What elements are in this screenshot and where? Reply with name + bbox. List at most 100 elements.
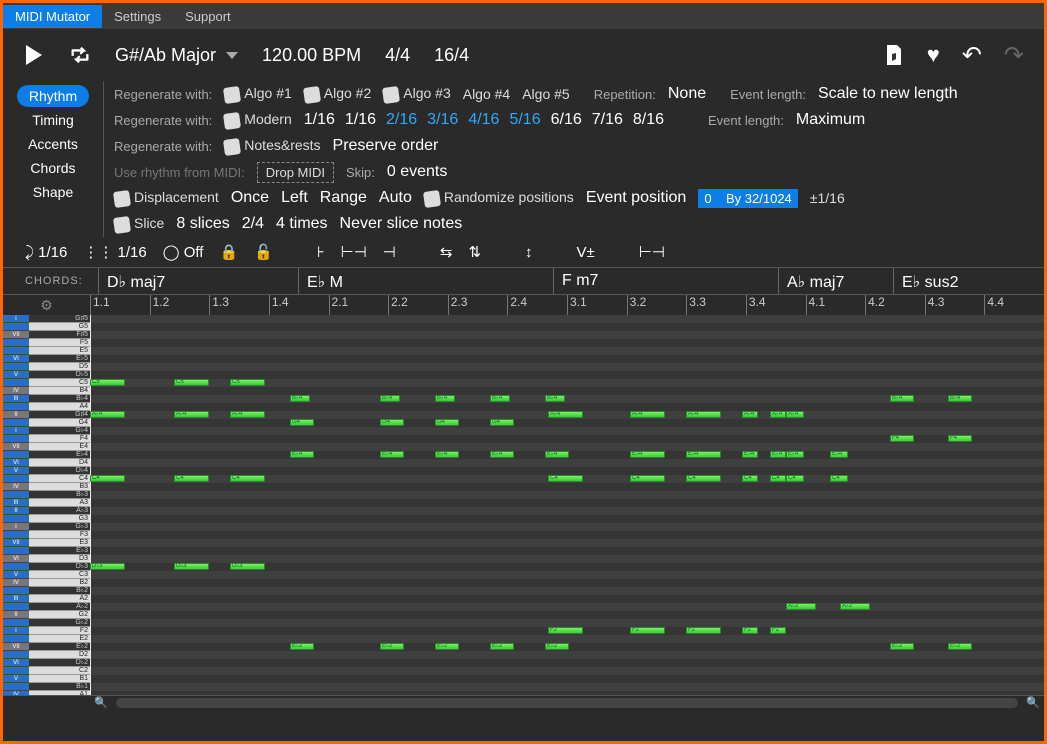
midi-note[interactable]: E♭4 xyxy=(686,451,721,458)
midi-note[interactable]: A♭4 xyxy=(548,411,583,418)
midi-note[interactable]: E♭4 xyxy=(830,451,848,458)
midi-note[interactable]: F4 xyxy=(948,435,972,442)
length-icon[interactable]: ⊢⊣ xyxy=(639,243,665,261)
midi-note[interactable]: B♭4 xyxy=(490,395,510,402)
midi-note[interactable]: A♭4 xyxy=(630,411,665,418)
tab-midi-mutator[interactable]: MIDI Mutator xyxy=(3,5,102,28)
align-left-icon[interactable]: ⊦ xyxy=(317,243,325,261)
disp-once[interactable]: Once xyxy=(231,189,269,207)
midi-note[interactable]: E♭4 xyxy=(435,451,459,458)
midi-note[interactable]: A♭4 xyxy=(174,411,209,418)
snap-2[interactable]: ⋮⋮ 1/16 xyxy=(83,243,146,261)
fraction-7-16[interactable]: 7/16 xyxy=(592,111,623,128)
chord-cell[interactable]: F m7 xyxy=(553,268,778,294)
midi-note[interactable]: E♭4 xyxy=(742,451,758,458)
event-length-value-1[interactable]: Scale to new length xyxy=(818,85,958,103)
chord-cell[interactable]: E♭ M xyxy=(298,268,553,294)
midi-note[interactable]: A♭2 xyxy=(840,603,870,610)
transpose-icon[interactable]: ↕ xyxy=(525,244,533,261)
chord-cell[interactable]: A♭ maj7 xyxy=(778,268,893,294)
midi-note[interactable]: C5 xyxy=(90,379,125,386)
disp-range[interactable]: Range xyxy=(320,189,367,207)
timesig-value[interactable]: 4/4 xyxy=(385,45,410,66)
lock-icon[interactable]: 🔒 xyxy=(219,243,238,261)
midi-note[interactable]: F2 xyxy=(630,627,665,634)
midi-note[interactable]: E♭2 xyxy=(948,643,972,650)
midi-note[interactable]: A♭4 xyxy=(230,411,265,418)
midi-note[interactable]: E♭4 xyxy=(786,451,804,458)
fraction-8-16[interactable]: 8/16 xyxy=(633,111,664,128)
midi-note[interactable]: F2 xyxy=(548,627,583,634)
midi-note[interactable]: C4 xyxy=(90,475,125,482)
disp-auto[interactable]: Auto xyxy=(379,189,412,207)
sidebar-item-rhythm[interactable]: Rhythm xyxy=(17,85,89,107)
undo-icon[interactable]: ↶ xyxy=(962,41,982,70)
midi-note[interactable]: C4 xyxy=(230,475,265,482)
fraction-5-16[interactable]: 5/16 xyxy=(509,111,540,128)
midi-note[interactable]: E♭2 xyxy=(890,643,914,650)
unlock-icon[interactable]: 🔓 xyxy=(254,243,273,261)
sidebar-item-shape[interactable]: Shape xyxy=(17,181,89,203)
midi-note[interactable]: G4 xyxy=(435,419,459,426)
loop-icon[interactable] xyxy=(69,44,91,66)
gear-icon[interactable]: ⚙ xyxy=(40,297,53,314)
time-ruler[interactable]: ⚙ 1.11.21.31.42.12.22.32.43.13.23.33.44.… xyxy=(3,295,1044,315)
midi-note[interactable]: G4 xyxy=(290,419,314,426)
event-position[interactable]: Event position xyxy=(586,189,687,207)
midi-note[interactable]: C4 xyxy=(174,475,209,482)
preserve-order[interactable]: Preserve order xyxy=(333,137,439,155)
midi-note[interactable]: E♭4 xyxy=(380,451,404,458)
skip-value[interactable]: 0 events xyxy=(387,163,447,181)
fraction-2-16[interactable]: 2/16 xyxy=(386,111,417,128)
midi-note[interactable]: A♭4 xyxy=(770,411,786,418)
midi-note[interactable]: C4 xyxy=(630,475,665,482)
key-selector[interactable]: G#/Ab Major xyxy=(115,45,238,66)
bars-value[interactable]: 16/4 xyxy=(434,45,469,66)
playhead[interactable] xyxy=(90,315,91,695)
midi-note[interactable]: F2 xyxy=(686,627,721,634)
slice-button[interactable]: Slice xyxy=(114,215,164,232)
sidebar-item-chords[interactable]: Chords xyxy=(17,157,89,179)
midi-note[interactable]: E♭4 xyxy=(630,451,665,458)
midi-file-icon[interactable] xyxy=(883,44,905,66)
midi-note[interactable]: C4 xyxy=(548,475,583,482)
midi-note[interactable]: A♭4 xyxy=(90,411,125,418)
tab-support[interactable]: Support xyxy=(173,5,243,28)
algo-3[interactable]: Algo #3 xyxy=(383,85,450,102)
midi-note[interactable]: A♭4 xyxy=(686,411,721,418)
fraction-6-16[interactable]: 6/16 xyxy=(551,111,582,128)
bpm-value[interactable]: 120.00 BPM xyxy=(262,45,361,66)
midi-note[interactable]: A♭4 xyxy=(742,411,758,418)
slice-count[interactable]: 8 slices xyxy=(176,215,229,233)
snap-1[interactable]: ⤸ 1/16 xyxy=(25,244,67,261)
midi-note[interactable]: D♭3 xyxy=(174,563,209,570)
algo-4[interactable]: Algo #4 xyxy=(463,86,510,102)
align-right-icon[interactable]: ⊣ xyxy=(383,243,396,261)
notes-rests-button[interactable]: Notes&rests xyxy=(224,137,320,154)
zoom-in-icon[interactable]: 🔍 xyxy=(1022,696,1044,709)
midi-note[interactable]: E♭4 xyxy=(770,451,786,458)
algo-2[interactable]: Algo #2 xyxy=(304,85,371,102)
repetition-value[interactable]: None xyxy=(668,85,706,103)
midi-note[interactable]: C5 xyxy=(174,379,209,386)
sidebar-item-accents[interactable]: Accents xyxy=(17,133,89,155)
fraction-3-16[interactable]: 3/16 xyxy=(427,111,458,128)
midi-note[interactable]: E♭2 xyxy=(490,643,514,650)
drop-midi-zone[interactable]: Drop MIDI xyxy=(257,162,334,183)
horizontal-scrollbar[interactable]: 🔍 🔍 xyxy=(3,695,1044,709)
piano-keyboard[interactable]: IG♯5G5VIIF♯5F5E5VIE♭5D5VD♭5C5IVB4IIIB♭4A… xyxy=(3,315,90,695)
chord-cell[interactable]: E♭ sus2 xyxy=(893,268,1003,294)
midi-note[interactable]: B♭4 xyxy=(890,395,914,402)
midi-note[interactable]: E♭2 xyxy=(380,643,404,650)
fraction-1-16[interactable]: 1/16 xyxy=(345,111,376,128)
displacement-input[interactable]: 0 By 32/1024 xyxy=(698,189,797,208)
midi-note[interactable]: E♭2 xyxy=(290,643,314,650)
midi-note[interactable]: D♭3 xyxy=(90,563,125,570)
algo-1[interactable]: Algo #1 xyxy=(224,85,291,102)
snap-off[interactable]: ◯ Off xyxy=(163,243,204,261)
midi-note[interactable]: F2 xyxy=(742,627,758,634)
midi-note[interactable]: E♭4 xyxy=(545,451,569,458)
sidebar-item-timing[interactable]: Timing xyxy=(17,109,89,131)
midi-note[interactable]: B♭4 xyxy=(545,395,565,402)
chord-cell[interactable]: D♭ maj7 xyxy=(98,268,298,294)
